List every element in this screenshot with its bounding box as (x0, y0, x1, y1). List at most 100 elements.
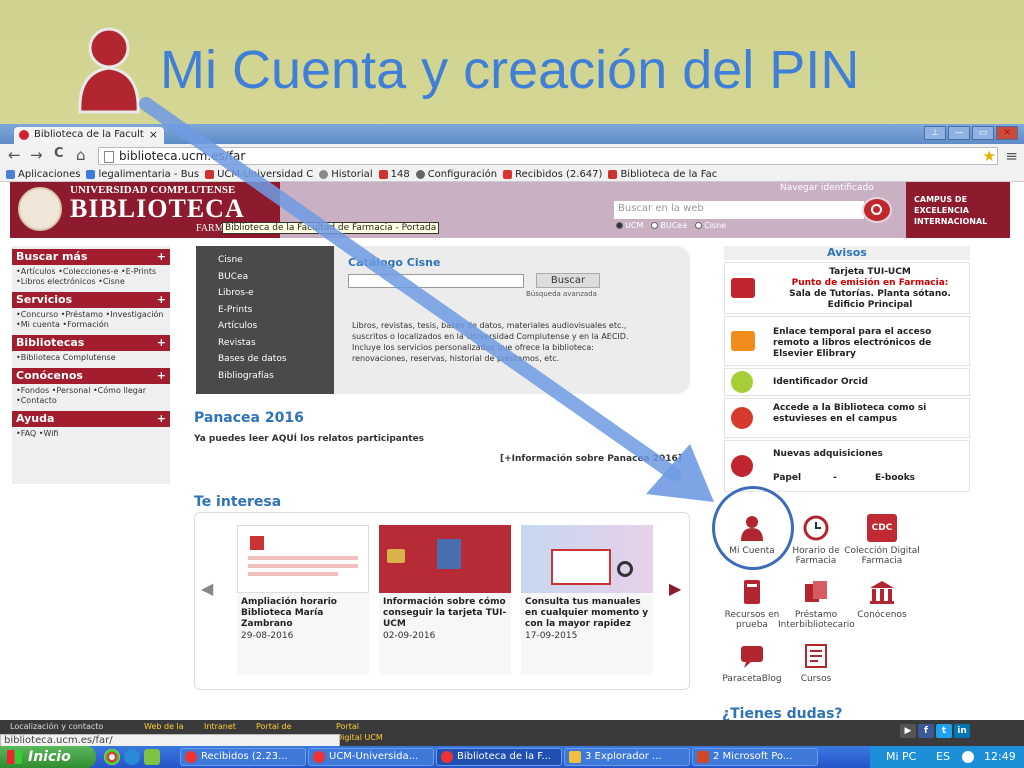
start-button[interactable]: Inicio (0, 746, 96, 768)
minimize-button[interactable]: — (948, 126, 970, 140)
carousel-prev-icon[interactable]: ◀ (201, 579, 213, 598)
catalog-search-button[interactable]: Buscar (536, 273, 600, 288)
menu-header-label: Servicios (16, 293, 73, 306)
aviso-item[interactable]: Nuevas adquisiciones Papel - E-books (724, 440, 970, 492)
news-card[interactable]: Información sobre cómo conseguir la tarj… (379, 525, 511, 675)
maximize-button[interactable]: ▭ (972, 126, 994, 140)
advanced-search-link[interactable]: Búsqueda avanzada (526, 290, 597, 298)
catalog-tab[interactable]: Cisne (196, 252, 334, 269)
search-button[interactable] (862, 197, 892, 223)
menu-links[interactable]: •Biblioteca Complutense (12, 351, 170, 365)
forward-button[interactable]: → (30, 146, 43, 164)
menu-links[interactable]: •FAQ •Wifi (12, 427, 170, 441)
menu-links[interactable]: •Artículos •Colecciones-e •E-Prints •Lib… (12, 265, 170, 289)
cursos-link[interactable]: Cursos (778, 642, 854, 684)
expand-icon[interactable]: + (157, 250, 166, 263)
footer-link[interactable]: Digital UCM (336, 733, 383, 742)
menu-header-conocenos[interactable]: Conócenos + (12, 368, 170, 384)
youtube-icon[interactable]: ▶ (900, 724, 916, 738)
bookmark-label: Configuración (427, 168, 498, 180)
news-card[interactable]: Consulta tus manuales en cualquier momen… (521, 525, 653, 675)
contact-link[interactable]: Localización y contacto (10, 722, 103, 731)
close-window-button[interactable]: ✕ (996, 126, 1018, 140)
scope-cisne[interactable]: Cisne (695, 221, 726, 230)
my-computer-label[interactable]: Mi PC (886, 746, 916, 768)
scope-ucm[interactable]: UCM (616, 221, 643, 230)
taskbar-item[interactable]: Biblioteca de la F... (436, 748, 562, 766)
menu-header-ayuda[interactable]: Ayuda + (12, 411, 170, 427)
expand-icon[interactable]: + (157, 412, 166, 425)
network-icon[interactable] (962, 751, 974, 763)
campus-excelencia-logo[interactable]: CAMPUS DE EXCELENCIA INTERNACIONAL (906, 182, 1010, 238)
catalog-tab[interactable]: Artículos (196, 318, 334, 335)
bookmark-item[interactable]: Historial (319, 168, 373, 181)
menu-links[interactable]: •Concurso •Préstamo •Investigación •Mi c… (12, 308, 170, 332)
catalog-search-input[interactable] (348, 274, 524, 288)
site-search-input[interactable]: Buscar en la web (614, 201, 864, 219)
taskbar-item[interactable]: 2 Microsoft Po... (692, 748, 818, 766)
taskbar-item[interactable]: UCM-Universida... (308, 748, 434, 766)
linkedin-icon[interactable]: in (954, 724, 970, 738)
home-button[interactable]: ⌂ (76, 146, 86, 164)
footer-link[interactable]: Portal de (256, 722, 292, 731)
address-bar[interactable]: biblioteca.ucm.es/far (98, 147, 998, 165)
menu-icon[interactable]: ≡ (1005, 147, 1018, 165)
footer-link[interactable]: Portal (336, 722, 359, 731)
footer-link[interactable]: Intranet (204, 722, 236, 731)
bookmark-item[interactable]: UCM-Universidad C (205, 168, 313, 181)
bookmark-item[interactable]: 148 (378, 168, 410, 181)
menu-header-servicios[interactable]: Servicios + (12, 292, 170, 308)
desktop-icon[interactable] (144, 749, 160, 765)
footer-link[interactable]: Web de la (144, 722, 184, 731)
tab-bar: Biblioteca de la Facult × ⊥ — ▭ ✕ (0, 124, 1024, 144)
taskbar-item[interactable]: Recibidos (2.23... (180, 748, 306, 766)
bookmark-item[interactable]: Biblioteca de la Fac (608, 168, 717, 181)
bookmark-item[interactable]: Recibidos (2.647) (503, 168, 602, 181)
chrome-icon[interactable] (104, 749, 120, 765)
back-button[interactable]: ← (8, 146, 21, 164)
aviso-item[interactable]: Enlace temporal para el acceso remoto a … (724, 316, 970, 366)
reload-button[interactable]: C (54, 146, 64, 161)
catalog-tab[interactable]: Bases de datos (196, 351, 334, 368)
close-tab-icon[interactable]: × (149, 128, 158, 141)
menu-header-buscar[interactable]: Buscar más + (12, 249, 170, 265)
horario-link[interactable]: Horario de Farmacia (778, 514, 854, 566)
ie-icon[interactable] (124, 749, 140, 765)
crest-icon (18, 187, 62, 231)
catalog-tab[interactable]: Libros-e (196, 285, 334, 302)
news-card[interactable]: Ampliación horario Biblioteca María Zamb… (237, 525, 369, 675)
panacea-text[interactable]: Ya puedes leer AQUÍ los relatos particip… (194, 434, 424, 444)
conocenos-link[interactable]: Conócenos (844, 578, 920, 620)
scope-bucea[interactable]: BUCea (651, 221, 687, 230)
panacea-more-link[interactable]: [+Información sobre Panacea 2016] (500, 454, 682, 464)
expand-icon[interactable]: + (157, 369, 166, 382)
catalog-tab[interactable]: E-Prints (196, 302, 334, 319)
bookmark-item[interactable]: legalimentaria - Bus (86, 168, 199, 181)
catalog-tab[interactable]: BUCea (196, 269, 334, 286)
taskbar-item[interactable]: 3 Explorador ... (564, 748, 690, 766)
catalog-tab[interactable]: Bibliografías (196, 368, 334, 385)
user-profile-button[interactable]: ⊥ (924, 126, 946, 140)
prestamo-link[interactable]: Préstamo Interbibliotecario (778, 578, 855, 630)
bookmark-star-icon[interactable]: ★ (983, 147, 996, 165)
expand-icon[interactable]: + (157, 336, 166, 349)
browser-tab[interactable]: Biblioteca de la Facult × (14, 127, 164, 144)
aviso-item[interactable]: Accede a la Biblioteca como si estuviese… (724, 398, 970, 438)
facebook-icon[interactable]: f (918, 724, 934, 738)
clock[interactable]: 12:49 (984, 746, 1016, 768)
carousel-next-icon[interactable]: ▶ (669, 579, 681, 598)
panacea-heading[interactable]: Panacea 2016 (194, 410, 304, 426)
twitter-icon[interactable]: t (936, 724, 952, 738)
coleccion-digital-link[interactable]: CDC Colección Digital Farmacia (844, 514, 920, 566)
expand-icon[interactable]: + (157, 293, 166, 306)
language-indicator[interactable]: ES (936, 746, 950, 768)
menu-links[interactable]: •Fondos •Personal •Cómo llegar •Contacto (12, 384, 170, 408)
login-link[interactable]: Navegar identificado (780, 183, 874, 193)
bookmark-item[interactable]: Configuración (415, 168, 498, 181)
aviso-item[interactable]: Tarjeta TUI-UCM Punto de emisión en Farm… (724, 262, 970, 314)
aviso-text: Tarjeta TUI-UCM (829, 267, 911, 277)
menu-header-bibliotecas[interactable]: Bibliotecas + (12, 335, 170, 351)
catalog-tab[interactable]: Revistas (196, 335, 334, 352)
bookmark-item[interactable]: Aplicaciones (6, 168, 80, 181)
aviso-item[interactable]: Identificador Orcid (724, 368, 970, 396)
